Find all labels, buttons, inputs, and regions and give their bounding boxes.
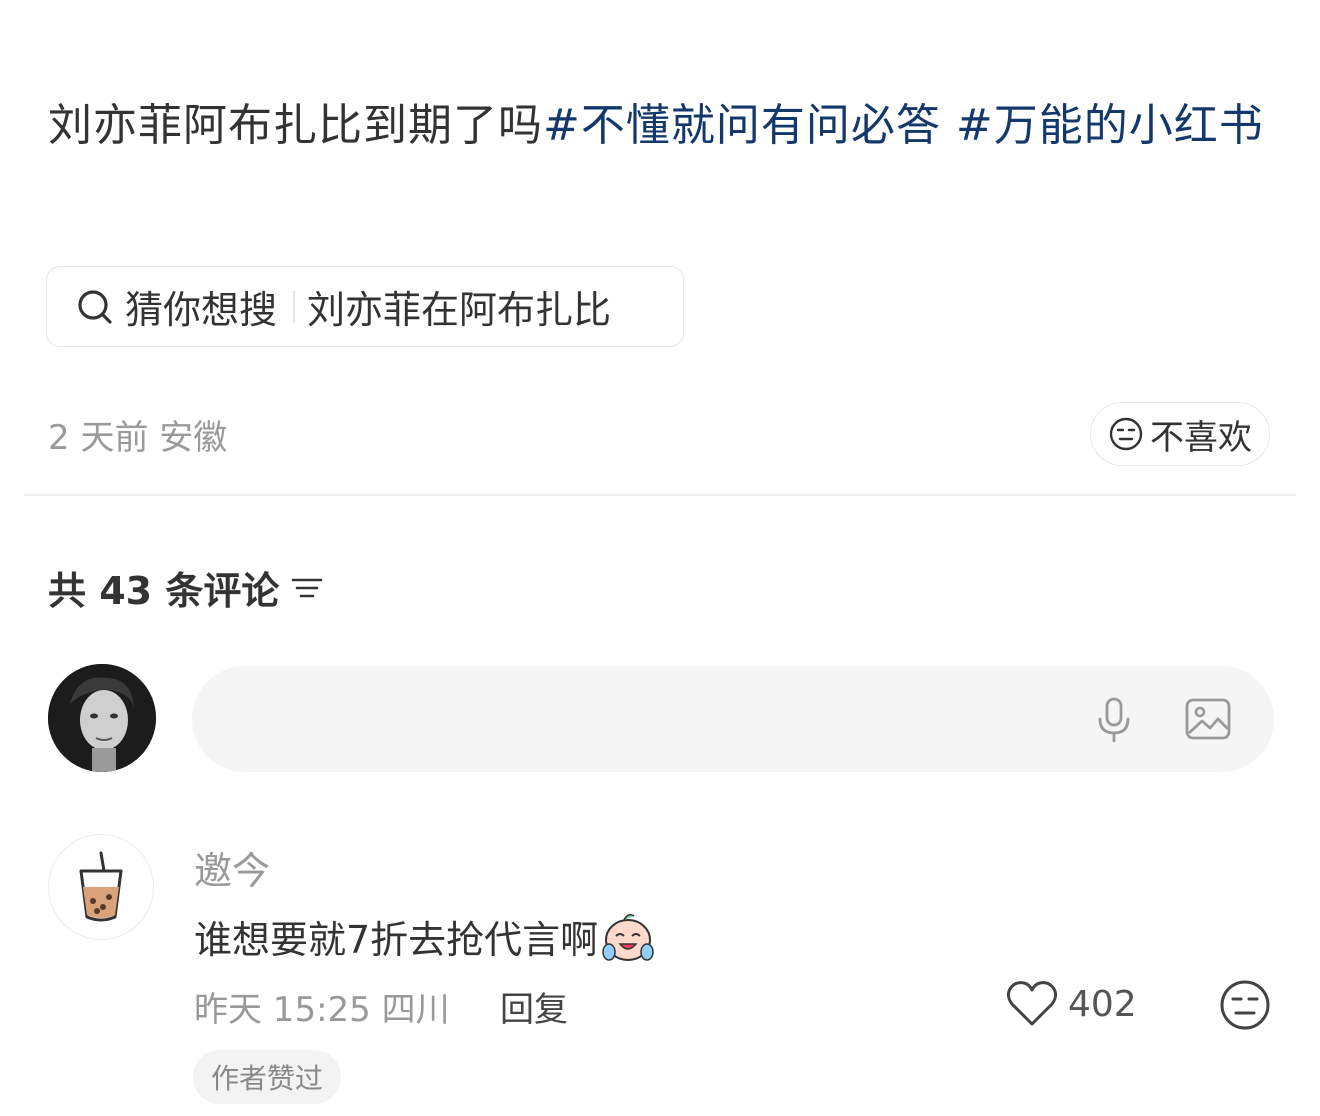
search-icon — [78, 289, 112, 324]
post-title-text: 刘亦菲阿布扎比到期了吗 — [48, 100, 543, 151]
bubble-tea-icon — [79, 851, 123, 922]
chip-divider — [293, 290, 296, 323]
avatar-photo — [48, 664, 156, 772]
image-icon[interactable] — [1182, 693, 1234, 745]
comment-text: 谁想要就7折去抢代言啊 — [194, 908, 656, 964]
comment-input-field[interactable] — [192, 666, 1274, 772]
meh-face-icon[interactable] — [1218, 978, 1272, 1032]
heart-icon — [1006, 981, 1058, 1026]
meh-face-icon — [1109, 417, 1143, 451]
like-count: 402 — [1068, 983, 1137, 1025]
comment-body: 谁想要就7折去抢代言啊 — [194, 917, 599, 962]
comment-input[interactable] — [236, 698, 1088, 740]
comment-author-name[interactable]: 邀今 — [194, 840, 270, 895]
comment-author-avatar[interactable] — [48, 834, 154, 940]
post-meta: 2 天前 安徽 — [48, 418, 228, 458]
search-suggestion-query: 刘亦菲在阿布扎比 — [307, 288, 612, 332]
dislike-label: 不喜欢 — [1150, 417, 1252, 458]
dislike-button[interactable]: 不喜欢 — [1090, 402, 1270, 466]
comment-count-label: 共 43 条评论 — [48, 569, 280, 613]
comments-header: 共 43 条评论 — [48, 560, 325, 615]
microphone-icon[interactable] — [1088, 693, 1140, 745]
hashtag-link[interactable]: #万能的小红书 — [956, 100, 1264, 151]
current-user-avatar[interactable] — [48, 664, 156, 772]
crying-laughing-emoji-icon — [602, 913, 654, 961]
hashtag-link[interactable]: #不懂就问有问必答 — [543, 100, 941, 151]
sort-icon[interactable] — [289, 570, 325, 606]
post-title: 刘亦菲阿布扎比到期了吗#不懂就问有问必答 #万能的小红书 — [48, 88, 1278, 164]
reply-button[interactable]: 回复 — [500, 982, 568, 1031]
like-button[interactable]: 402 — [1004, 978, 1137, 1030]
section-divider — [24, 494, 1296, 496]
search-suggestion-label: 猜你想搜 — [125, 288, 278, 332]
author-liked-badge: 作者赞过 — [193, 1050, 342, 1104]
comment-time-location: 昨天 15:25 四川 — [194, 990, 450, 1030]
search-suggestion-chip[interactable]: 猜你想搜 刘亦菲在阿布扎比 — [46, 266, 684, 347]
